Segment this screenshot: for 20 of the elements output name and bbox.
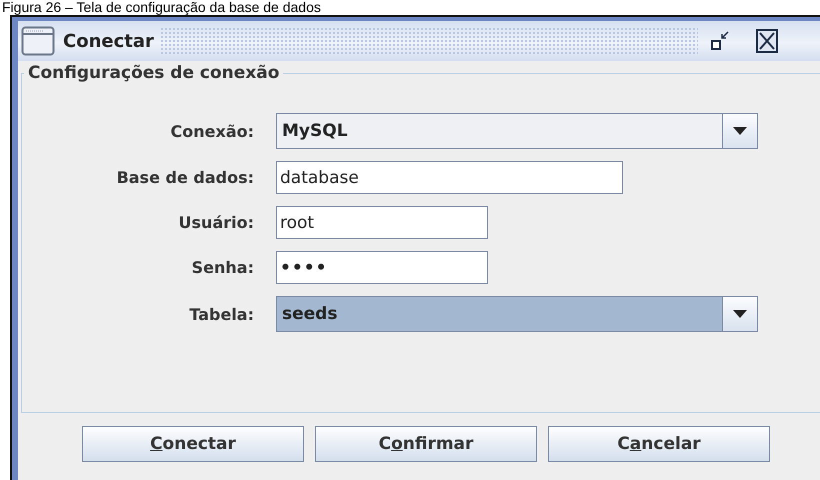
- group-title: Configurações de conexão: [27, 63, 280, 83]
- field-label: Senha:: [190, 258, 254, 277]
- window-icon: [21, 26, 55, 56]
- field-label: Base de dados:: [116, 168, 254, 187]
- dialog-button[interactable]: Conectar: [82, 426, 304, 462]
- input-field[interactable]: database: [276, 161, 623, 194]
- dropdown[interactable]: seeds: [276, 296, 758, 332]
- field-label: Conexão:: [170, 122, 254, 140]
- dialog-button[interactable]: Confirmar: [315, 426, 537, 462]
- window-title: Conectar: [63, 30, 154, 52]
- dialog-button[interactable]: Cancelar: [548, 426, 770, 462]
- input-field[interactable]: root: [276, 206, 488, 239]
- field-label: Usuário:: [178, 213, 254, 232]
- dropdown-arrow-icon: [733, 127, 747, 135]
- dropdown-arrow-icon: [733, 310, 747, 318]
- close-icon[interactable]: [756, 29, 778, 53]
- dropdown[interactable]: MySQL: [276, 113, 758, 149]
- figure-caption: Figura 26 – Tela de configuração da base de dados: [1, 0, 322, 15]
- password-field[interactable]: ••••: [276, 251, 488, 284]
- field-label: Tabela:: [188, 304, 254, 324]
